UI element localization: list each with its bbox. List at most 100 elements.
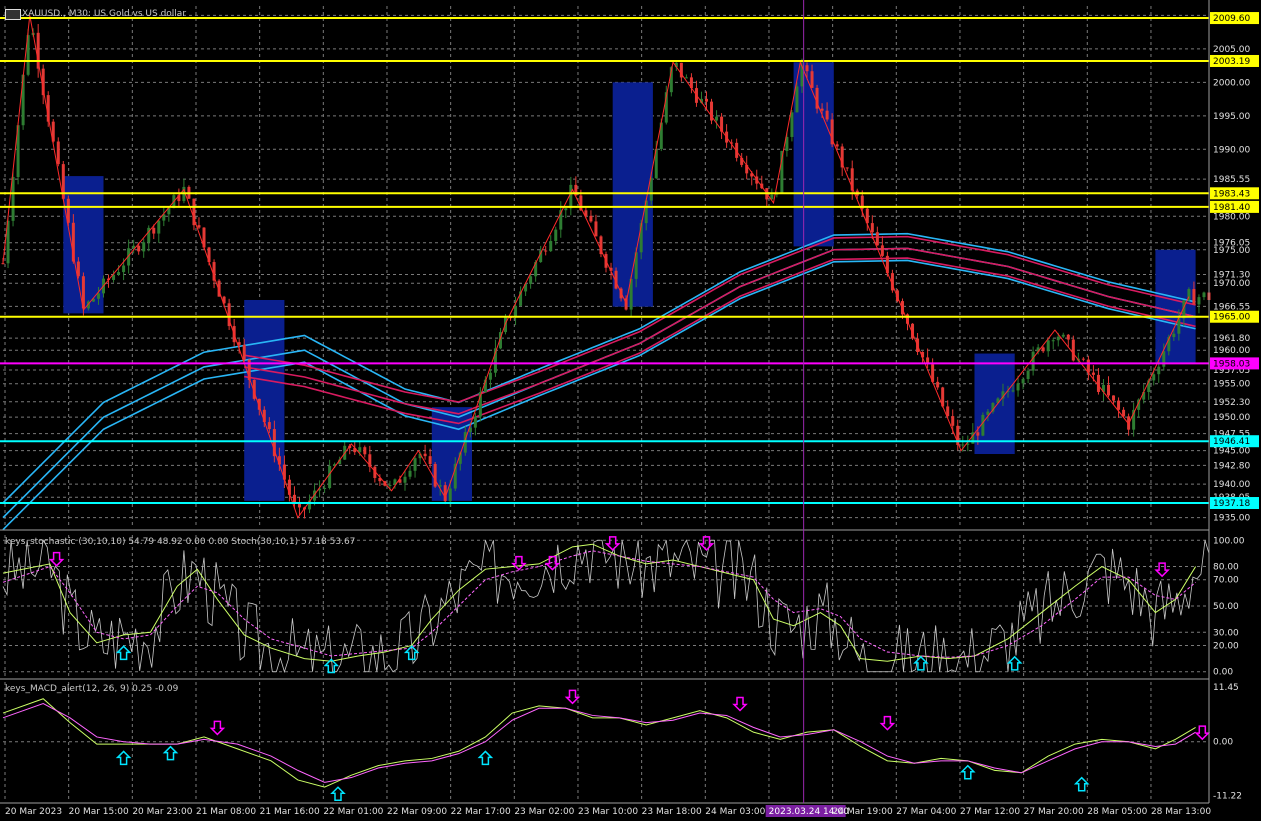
candle-body <box>880 245 884 256</box>
chart-window-icon[interactable] <box>5 9 21 20</box>
time-tick-label: 21 Mar 08:00 <box>196 807 256 817</box>
stoch-tick-label: 50.00 <box>1213 602 1239 612</box>
macd-label: keys_MACD_alert(12, 26, 9) 0.25 -0.09 <box>5 684 179 694</box>
chart-title: XAUUSD., M30: US Gold vs US dollar <box>22 9 186 19</box>
candle-body <box>589 215 593 222</box>
candle-body <box>529 276 533 284</box>
time-tick-label: 27 Mar 04:00 <box>896 807 956 817</box>
candle-body <box>1061 334 1065 337</box>
symbol-title: XAUUSD., M30: US Gold vs US dollar <box>22 9 187 19</box>
price-level-label: 1937.18 <box>1213 499 1250 509</box>
time-tick-label: 28 Mar 05:00 <box>1087 807 1147 817</box>
price-level-label: 1983.43 <box>1213 189 1250 199</box>
candle-body <box>1011 390 1015 392</box>
candle-body <box>1081 358 1085 360</box>
candle-body <box>242 344 246 360</box>
candle-body <box>544 250 548 252</box>
candle-body <box>820 108 824 111</box>
price-tick-label: 2005.00 <box>1213 45 1250 55</box>
candle-body <box>403 476 407 483</box>
price-tick-label: 1970.00 <box>1213 279 1250 289</box>
price-level-label: 2009.60 <box>1213 14 1250 24</box>
time-tick-label: 27 Mar 20:00 <box>1024 807 1084 817</box>
candle-body <box>448 488 452 502</box>
candle-body <box>790 112 794 137</box>
candle-body <box>267 422 271 430</box>
candle-body <box>323 487 327 489</box>
candle-body <box>433 463 437 487</box>
candle-body <box>488 372 492 380</box>
candle-body <box>549 240 553 252</box>
candle-body <box>1056 336 1060 341</box>
candle-body <box>976 432 980 436</box>
price-tick-label: 1940.00 <box>1213 480 1250 490</box>
time-tick-label: 22 Mar 01:00 <box>323 807 383 817</box>
candle-body <box>1031 351 1035 371</box>
candle-body <box>564 208 568 211</box>
stoch-tick-label: 20.00 <box>1213 641 1239 651</box>
candle-body <box>328 466 332 488</box>
mt-chart-window[interactable]: 2010.002005.002000.001995.001990.001985.… <box>0 0 1261 821</box>
candle-body <box>423 453 427 457</box>
candle-body <box>122 265 126 273</box>
price-tick-label: 1980.00 <box>1213 212 1250 222</box>
candle-body <box>569 184 573 209</box>
candle-body <box>1026 370 1030 380</box>
candle-body <box>1016 383 1020 391</box>
candle-body <box>1117 400 1121 410</box>
highlight-box <box>244 299 285 501</box>
highlight-box <box>974 353 1015 455</box>
candle-body <box>981 414 985 436</box>
price-tick-label: 1975.00 <box>1213 246 1250 256</box>
candle-body <box>96 293 100 299</box>
candle-body <box>1041 347 1045 352</box>
time-tick-label: 23 Mar 10:00 <box>578 807 638 817</box>
time-tick-label: 23 Mar 02:00 <box>514 807 574 817</box>
price-tick-label: 1985.55 <box>1213 175 1250 185</box>
candle-body <box>1192 289 1196 305</box>
candle-body <box>1091 372 1095 375</box>
candle-body <box>1021 379 1025 384</box>
candle-body <box>152 227 156 234</box>
candle-body <box>117 272 121 275</box>
candle-body <box>408 470 412 477</box>
price-level-label: 1981.40 <box>1213 203 1250 213</box>
price-tick-label: 1955.00 <box>1213 380 1250 390</box>
candle-body <box>56 141 60 165</box>
stoch-tick-label: 30.00 <box>1213 628 1239 638</box>
candle-body <box>684 77 688 79</box>
highlight-box <box>793 62 834 247</box>
macd-tick-label: 0.00 <box>1213 738 1233 748</box>
candle-body <box>1202 292 1206 298</box>
time-tick-label: 27 Mar 12:00 <box>960 807 1020 817</box>
candle-body <box>1066 334 1070 340</box>
candle-body <box>715 116 719 121</box>
time-tick-label: 23 Mar 18:00 <box>642 807 702 817</box>
candle-body <box>428 456 432 464</box>
candle-body <box>388 485 392 487</box>
time-axis[interactable]: 20 Mar 2023 20 Mar 15:00 20 Mar 23:00 21 Ma… <box>5 805 1211 817</box>
candle-body <box>1046 340 1050 352</box>
price-tick-label: 1952.30 <box>1213 398 1250 408</box>
candle-body <box>1172 333 1176 338</box>
candle-body <box>1197 297 1201 305</box>
candle-body <box>1 263 5 265</box>
macd-tick-label: 11.45 <box>1213 683 1239 693</box>
candle-body <box>413 458 417 471</box>
price-tick-label: 1935.00 <box>1213 514 1250 524</box>
candle-body <box>1152 374 1156 381</box>
time-tick-label: 20 Mar 2023 <box>5 807 62 817</box>
candle-body <box>137 245 141 252</box>
stochastic-label: keys_stochastic (30,10,10) 54.79 48.92 0… <box>5 537 356 547</box>
candle-body <box>795 86 799 113</box>
candle-body <box>21 74 25 126</box>
candle-body <box>1107 384 1110 396</box>
price-tick-label: 1960.00 <box>1213 346 1250 356</box>
candle-body <box>197 225 201 228</box>
candle-body <box>845 167 849 169</box>
candle-body <box>554 229 558 241</box>
time-tick-label: 22 Mar 17:00 <box>451 807 511 817</box>
price-level-label: 1965.00 <box>1213 313 1250 323</box>
price-level-label: 1958.03 <box>1213 359 1250 369</box>
time-tick-label: 20 Mar 23:00 <box>132 807 192 817</box>
